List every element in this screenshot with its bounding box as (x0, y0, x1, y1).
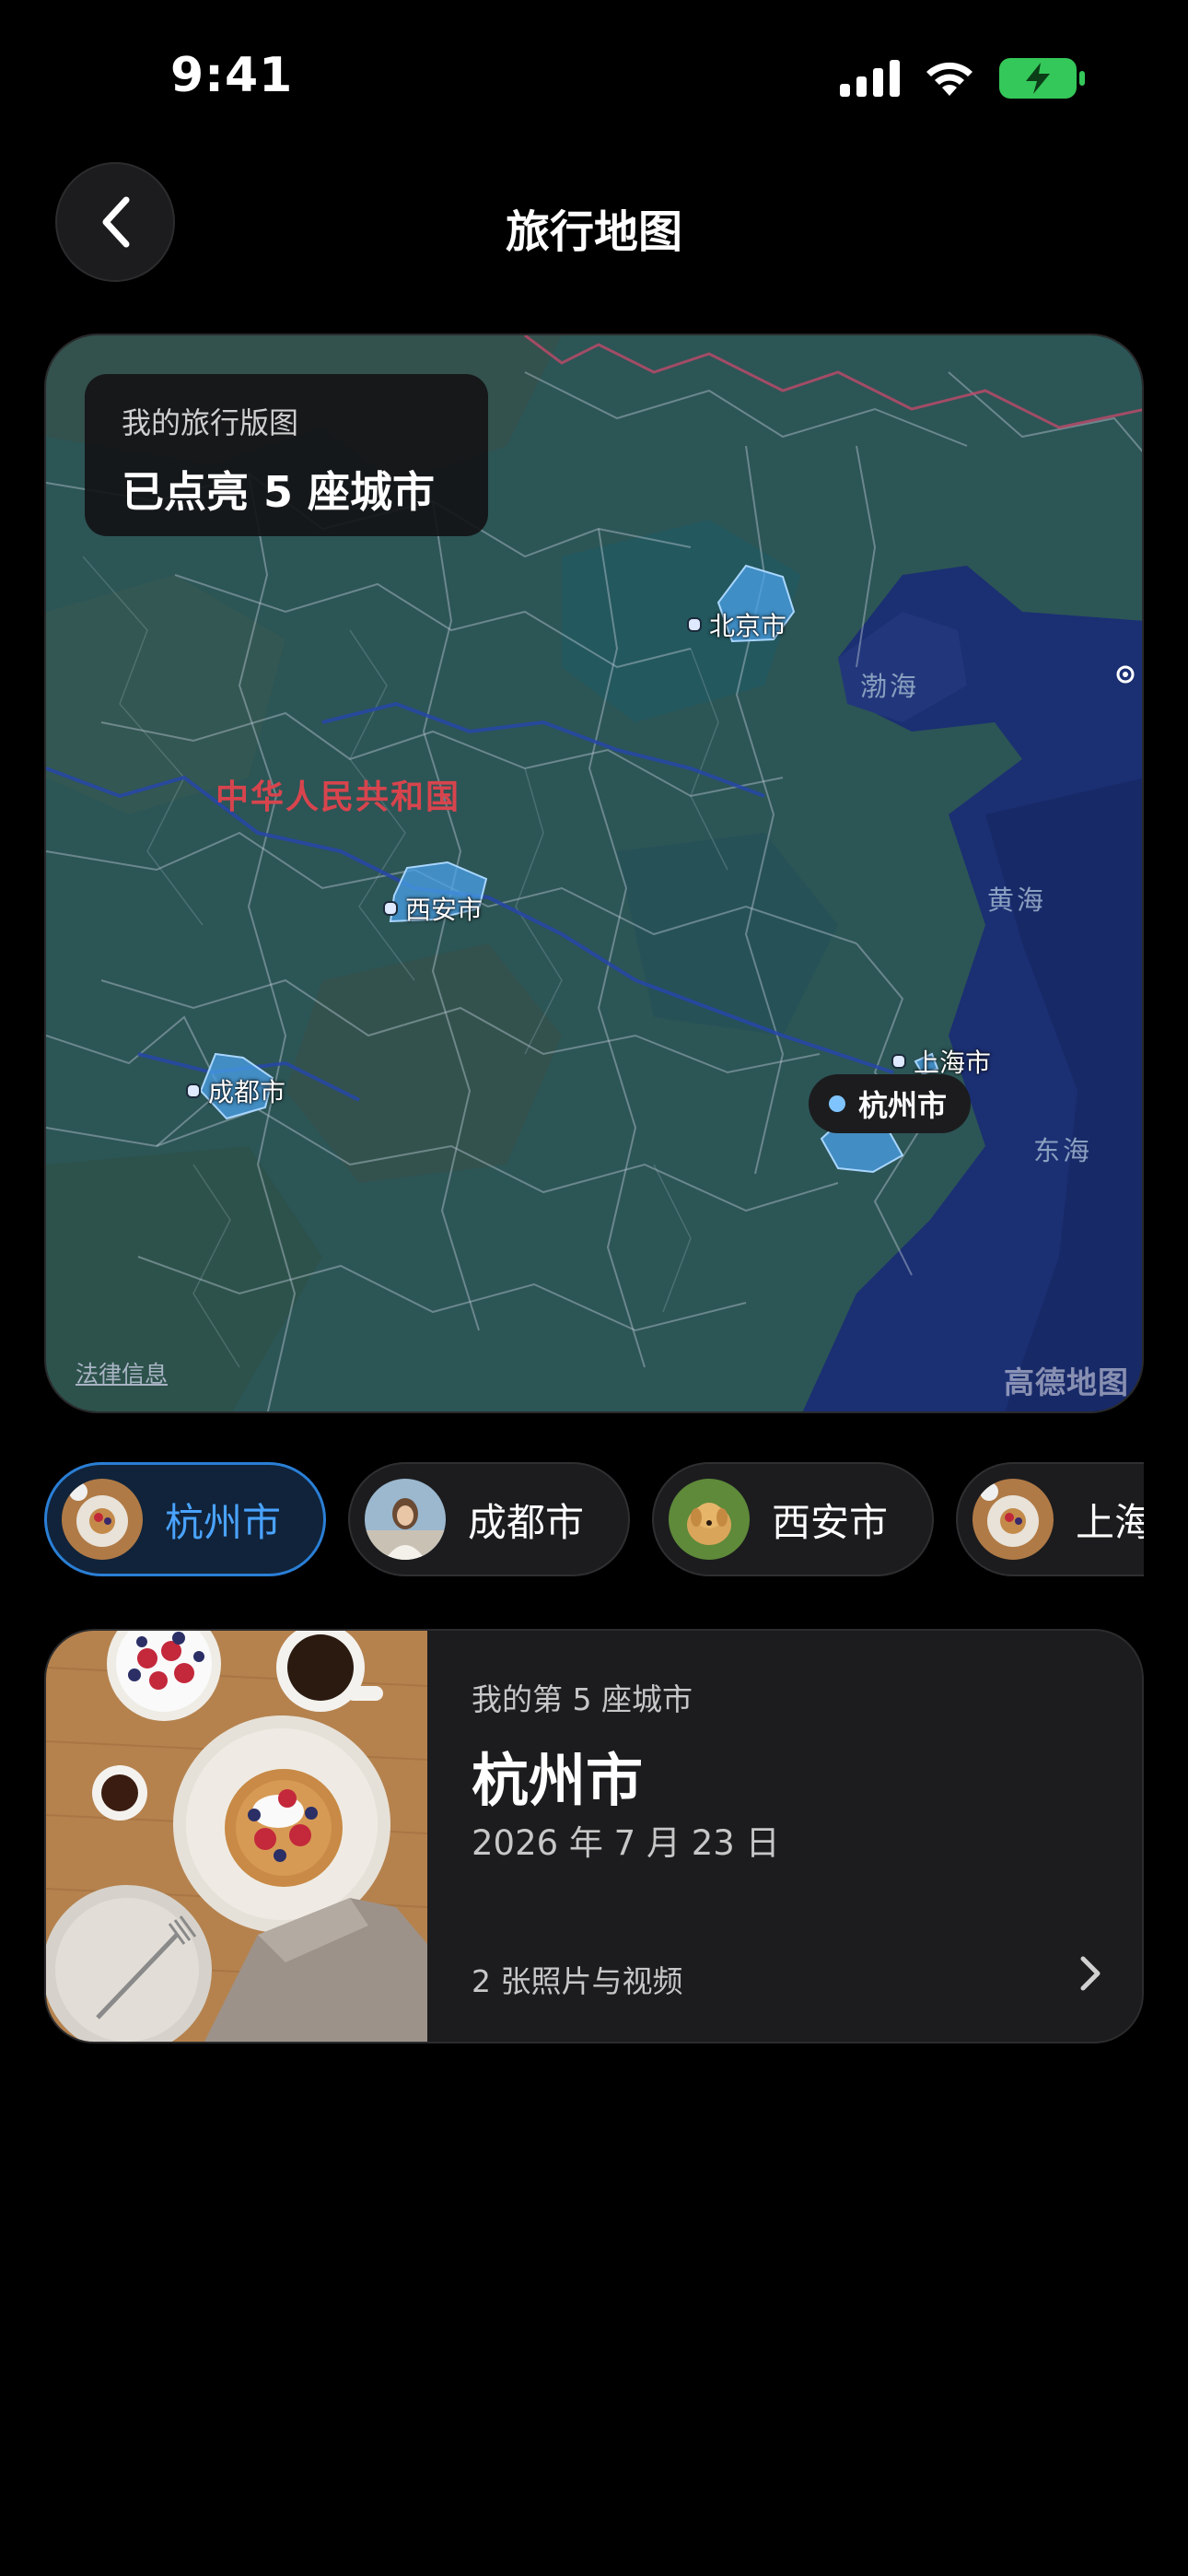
dog-thumbnail-icon (669, 1479, 750, 1560)
chip-label: 成都市 (468, 1499, 585, 1545)
status-time: 9:41 (170, 48, 294, 103)
city-dot (186, 1083, 201, 1098)
chip-avatar (973, 1479, 1054, 1560)
map-city-label: 北京市 (709, 611, 787, 641)
chip-label: 杭州市 (165, 1499, 282, 1545)
map-summary-subtitle: 我的旅行版图 (122, 405, 299, 440)
chip-avatar (62, 1479, 143, 1560)
selected-city-pin[interactable]: 杭州市 (809, 1074, 972, 1133)
selected-pin-dot (829, 1095, 845, 1112)
chevron-right-icon[interactable] (1077, 1953, 1103, 1994)
detail-subtitle: 我的第 5 座城市 (472, 1681, 693, 1717)
map-provider-watermark: 高德地图 (1004, 1364, 1129, 1400)
chip-avatar (669, 1479, 750, 1560)
sea-label-donghai: 东海 (1033, 1135, 1093, 1166)
legal-info-link[interactable]: 法律信息 (76, 1356, 168, 1389)
city-dot (891, 1054, 906, 1069)
portrait-thumbnail-icon (365, 1479, 446, 1560)
city-chip-shanghai[interactable]: 上海市 (956, 1462, 1144, 1576)
breakfast-photo (46, 1631, 427, 2042)
city-dot (383, 901, 398, 916)
status-icons (840, 57, 1087, 100)
wifi-icon (926, 62, 973, 96)
detail-media-count: 2 张照片与视频 (472, 1963, 683, 1999)
city-detail-card[interactable]: 我的第 5 座城市 杭州市 2026 年 7 月 23 日 2 张照片与视频 (44, 1629, 1144, 2043)
battery-charging-icon (999, 58, 1085, 99)
city-chip-xian[interactable]: 西安市 (652, 1462, 934, 1576)
page-title: 旅行地图 (505, 206, 682, 258)
detail-date: 2026 年 7 月 23 日 (472, 1823, 780, 1863)
map-summary-card: 我的旅行版图 已点亮 5 座城市 (85, 374, 488, 536)
map-city-beijing[interactable]: 北京市 (687, 606, 786, 643)
map-city-label: 成都市 (208, 1077, 286, 1107)
city-chip-hangzhou[interactable]: 杭州市 (44, 1462, 326, 1576)
chip-label: 上海市 (1076, 1499, 1144, 1545)
chip-avatar (365, 1479, 446, 1560)
detail-title: 杭州市 (472, 1747, 644, 1814)
chip-label: 西安市 (772, 1499, 889, 1545)
cellular-signal-icon (840, 60, 900, 97)
travel-map[interactable]: 我的旅行版图 已点亮 5 座城市 中华人民共和国 北京市 西安市 成都市 上海市… (44, 334, 1144, 1413)
breakfast-thumbnail-icon (973, 1479, 1054, 1560)
map-city-label: 西安市 (405, 895, 483, 925)
city-dot (687, 617, 702, 632)
sea-label-bohai: 渤海 (860, 671, 920, 702)
status-bar: 9:41 (0, 0, 1188, 157)
map-summary-title: 已点亮 5 座城市 (122, 467, 436, 517)
selected-city-label: 杭州市 (858, 1088, 948, 1123)
breakfast-thumbnail-icon (62, 1479, 143, 1560)
map-city-xian[interactable]: 西安市 (383, 890, 483, 927)
country-label: 中华人民共和国 (215, 779, 461, 816)
sea-label-huanghai: 黄海 (987, 884, 1047, 916)
map-city-chengdu[interactable]: 成都市 (186, 1072, 285, 1109)
city-chips-scroller[interactable]: 杭州市 成都市 西安市 上海 (44, 1462, 1144, 1580)
detail-text: 我的第 5 座城市 杭州市 2026 年 7 月 23 日 2 张照片与视频 (472, 1631, 1142, 2042)
city-chip-chengdu[interactable]: 成都市 (348, 1462, 630, 1576)
